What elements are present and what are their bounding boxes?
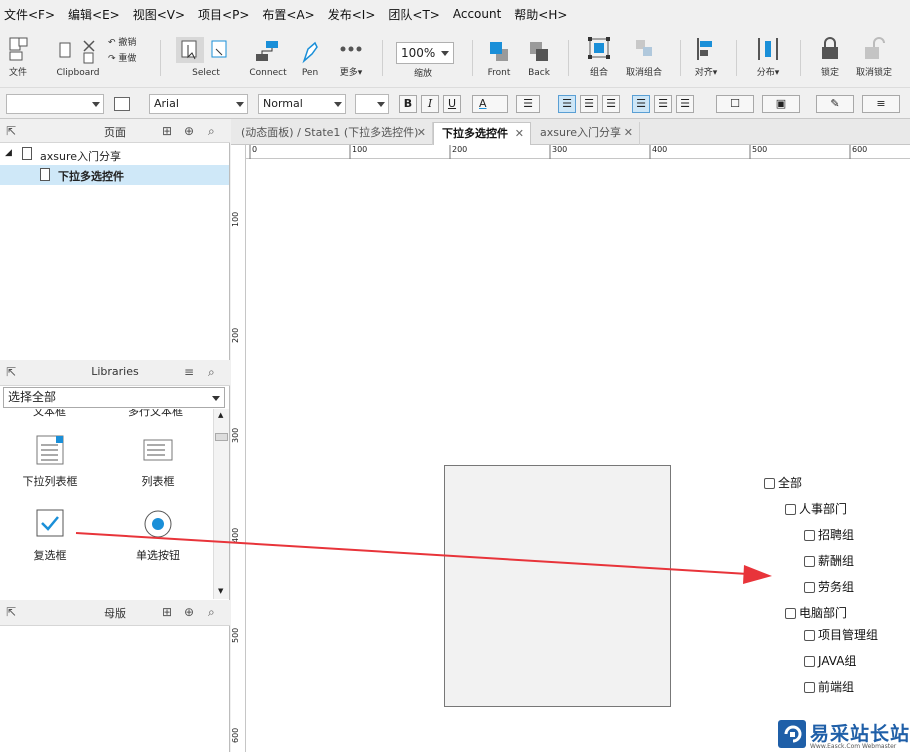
watermark-sub: Www.Easck.Com Webmaster — [810, 743, 897, 750]
watermark-logo: 易采站长站 Www.Easck.Com Webmaster — [776, 718, 910, 752]
annotation-arrow — [75, 532, 772, 584]
watermark-icon — [778, 720, 806, 748]
watermark-name: 易采站长站 — [810, 723, 910, 745]
